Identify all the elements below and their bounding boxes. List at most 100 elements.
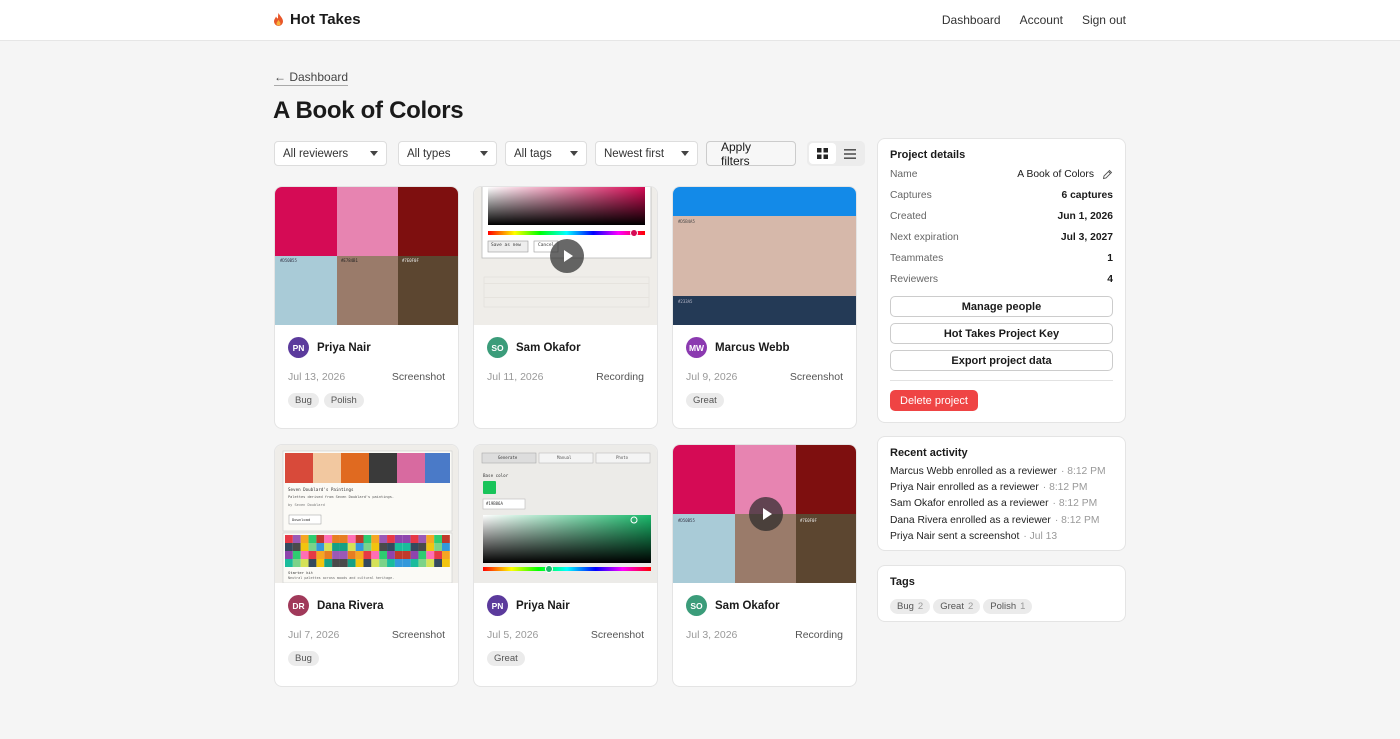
capture-card[interactable]: #D50B55 #E784B1 #7E0F0F PN Priya Nair Jul… <box>274 186 459 429</box>
play-button[interactable] <box>749 497 783 531</box>
view-toggle <box>807 141 865 166</box>
color-generator-thumbnail-image <box>481 452 651 573</box>
capture-card[interactable]: Generate Manual Photo Base color #19B86A… <box>473 444 658 687</box>
photo-tab-text: Photo <box>616 455 629 460</box>
tag-badge[interactable]: Great <box>487 651 525 666</box>
nav-dashboard-link[interactable]: Dashboard <box>942 13 1001 27</box>
divider <box>890 380 1113 381</box>
pencil-icon[interactable] <box>1102 169 1113 180</box>
project-key-button[interactable]: Hot Takes Project Key <box>890 323 1113 344</box>
tag-name: Bug <box>897 601 914 612</box>
manage-people-button[interactable]: Manage people <box>890 296 1113 317</box>
project-details-panel: Project details Name A Book of Colors Cap… <box>877 138 1126 423</box>
capture-type: Recording <box>795 629 843 641</box>
capture-thumbnail[interactable]: #D5B4A5 #233A5 <box>673 187 856 325</box>
tag-chip[interactable]: Great 2 <box>933 599 981 614</box>
capture-card[interactable]: Seven Doublard's Paintings Palettes deri… <box>274 444 459 687</box>
capture-card[interactable]: #D5B4A5 #233A5 MW Marcus Webb Jul 9, 2026… <box>672 186 857 429</box>
activity-item: Marcus Webb enrolled as a reviewer · 8:12… <box>890 463 1113 479</box>
tag-count: 2 <box>917 601 924 612</box>
activity-item: Priya Nair enrolled as a reviewer · 8:12 … <box>890 479 1113 495</box>
generate-tab-text: Generate <box>498 455 518 460</box>
painting-title-text: Seven Doublard's Paintings <box>288 487 354 492</box>
capture-thumbnail[interactable]: Generate Manual Photo Base color #19B86A <box>474 445 657 583</box>
sort-select[interactable]: Newest first <box>595 141 698 166</box>
activity-time: · Jul 13 <box>1023 530 1058 542</box>
list-view-button[interactable] <box>836 143 863 164</box>
activity-item: Priya Nair sent a screenshot · Jul 13 <box>890 528 1113 544</box>
tag-badge[interactable]: Bug <box>288 651 319 666</box>
capture-thumbnail[interactable]: #D50B55 #E784B1 #7E0F0F <box>275 187 458 325</box>
apply-filters-button[interactable]: Apply filters <box>706 140 796 168</box>
detail-row-captures: Captures 6 captures <box>890 185 1113 206</box>
app-brand[interactable]: Hot Takes <box>273 11 361 28</box>
capture-card[interactable]: Save as new Cancel SO Sam Okafor Jul 11, … <box>473 186 658 429</box>
activity-text: Marcus Webb enrolled as a reviewer <box>890 465 1057 477</box>
tag-badge[interactable]: Bug <box>288 393 319 408</box>
reviewer-name: Sam Okafor <box>516 341 581 354</box>
manual-tab-text: Manual <box>557 455 572 460</box>
detail-label: Captures <box>890 190 932 201</box>
capture-type: Screenshot <box>391 371 445 383</box>
nav-account-link[interactable]: Account <box>1020 13 1063 27</box>
capture-card[interactable]: #D50B55 #7E0F0F SO Sam Okafor Jul 3, 2026… <box>672 444 857 687</box>
download-text: Download <box>292 517 311 522</box>
type-filter-value: All types <box>407 147 451 160</box>
grid-view-button[interactable] <box>809 143 836 164</box>
detail-row-reviewers: Reviewers 4 <box>890 269 1113 290</box>
tag-count: 1 <box>1020 601 1026 612</box>
recent-activity-panel: Recent activity Marcus Webb enrolled as … <box>877 436 1126 551</box>
swatch-label: #233A5 <box>678 299 693 304</box>
type-filter-select[interactable]: All types <box>398 141 497 166</box>
tag-badge[interactable]: Polish <box>323 393 364 408</box>
recent-activity-title: Recent activity <box>890 447 968 459</box>
detail-label: Teammates <box>890 253 944 264</box>
app-name: Hot Takes <box>290 11 361 28</box>
reviewer-name: Priya Nair <box>317 341 371 354</box>
swatch-label: #E784B1 <box>341 258 358 263</box>
back-to-dashboard-link[interactable]: ← Dashboard <box>274 70 349 86</box>
activity-time: · 8:12 PM <box>1060 465 1106 477</box>
activity-text: Sam Okafor enrolled as a reviewer <box>890 498 1049 510</box>
captures-grid: #D50B55 #E784B1 #7E0F0F PN Priya Nair Jul… <box>274 186 857 687</box>
detail-label: Reviewers <box>890 274 939 285</box>
capture-thumbnail[interactable]: #D50B55 #7E0F0F <box>673 445 856 583</box>
activity-time: · 8:12 PM <box>1042 481 1088 493</box>
avatar: SO <box>487 337 508 358</box>
detail-label: Next expiration <box>890 232 959 243</box>
tag-chip[interactable]: Bug 2 <box>890 599 931 614</box>
project-name-value: A Book of Colors <box>1017 169 1094 180</box>
detail-row-teammates: Teammates 1 <box>890 248 1113 269</box>
reviewer-filter-value: All reviewers <box>283 147 349 160</box>
activity-text: Priya Nair enrolled as a reviewer <box>890 481 1039 493</box>
export-data-button[interactable]: Export project data <box>890 350 1113 371</box>
activity-item: Sam Okafor enrolled as a reviewer · 8:12 … <box>890 496 1113 512</box>
delete-project-button[interactable]: Delete project <box>890 390 978 411</box>
capture-thumbnail[interactable]: Save as new Cancel <box>474 187 657 325</box>
detail-row-expiration: Next expiration Jul 3, 2027 <box>890 227 1113 248</box>
avatar: MW <box>686 337 707 358</box>
grid-icon <box>817 148 828 159</box>
play-icon <box>564 250 573 262</box>
detail-row-created: Created Jun 1, 2026 <box>890 206 1113 227</box>
tags-title: Tags <box>890 576 915 588</box>
detail-value: 4 <box>1107 274 1113 285</box>
painting-by-text: by Seven Doublard <box>288 503 325 507</box>
hex-input-text: #19B86A <box>486 501 503 506</box>
tag-chip[interactable]: Polish 1 <box>983 599 1033 614</box>
chevron-down-icon <box>370 151 378 156</box>
reviewer-filter-select[interactable]: All reviewers <box>274 141 387 166</box>
base-color-text: Base color <box>483 473 509 478</box>
tag-name: Great <box>940 601 964 612</box>
flame-icon <box>274 12 283 26</box>
chevron-down-icon <box>681 151 689 156</box>
play-button[interactable] <box>550 239 584 273</box>
nav-signout-link[interactable]: Sign out <box>1082 13 1126 27</box>
capture-thumbnail[interactable]: Seven Doublard's Paintings Palettes deri… <box>275 445 458 583</box>
chevron-down-icon <box>570 151 578 156</box>
detail-value: Jul 3, 2027 <box>1060 232 1113 243</box>
tag-badge[interactable]: Great <box>686 393 724 408</box>
tag-filter-select[interactable]: All tags <box>505 141 587 166</box>
detail-value: Jun 1, 2026 <box>1057 211 1113 222</box>
swatch-label: #7E0F0F <box>402 258 419 263</box>
